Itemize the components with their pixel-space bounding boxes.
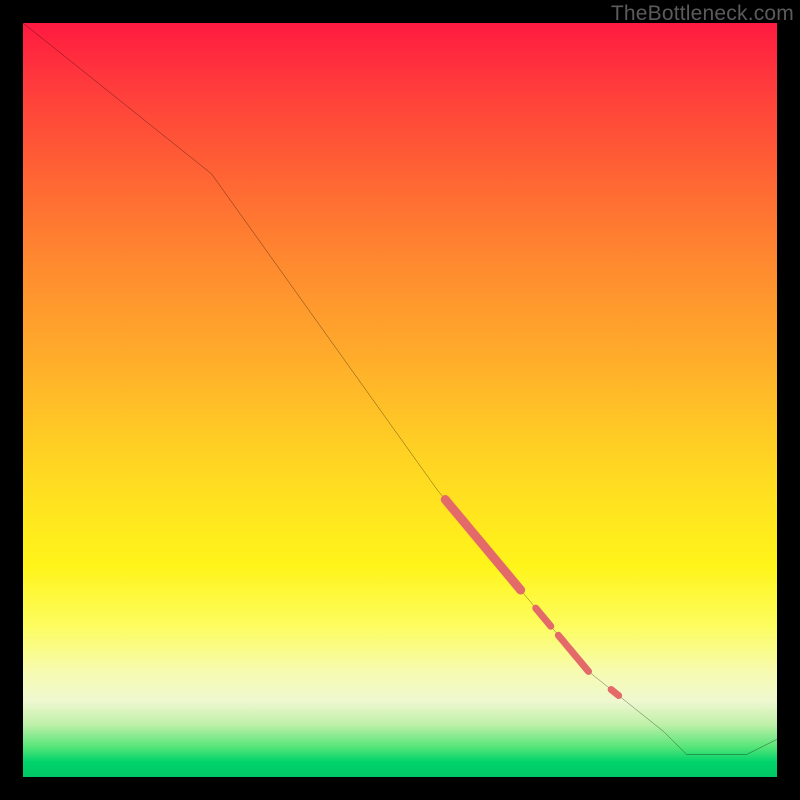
- watermark-text: TheBottleneck.com: [611, 2, 794, 26]
- curve-highlights: [445, 500, 618, 696]
- highlight-segment: [445, 500, 520, 590]
- chart-frame: TheBottleneck.com: [0, 0, 800, 800]
- highlight-segment: [611, 690, 619, 696]
- bottleneck-curve: [23, 23, 777, 754]
- highlight-segment: [536, 608, 551, 626]
- curve-line: [23, 23, 777, 754]
- highlight-segment: [558, 635, 588, 671]
- curve-layer: [23, 23, 777, 777]
